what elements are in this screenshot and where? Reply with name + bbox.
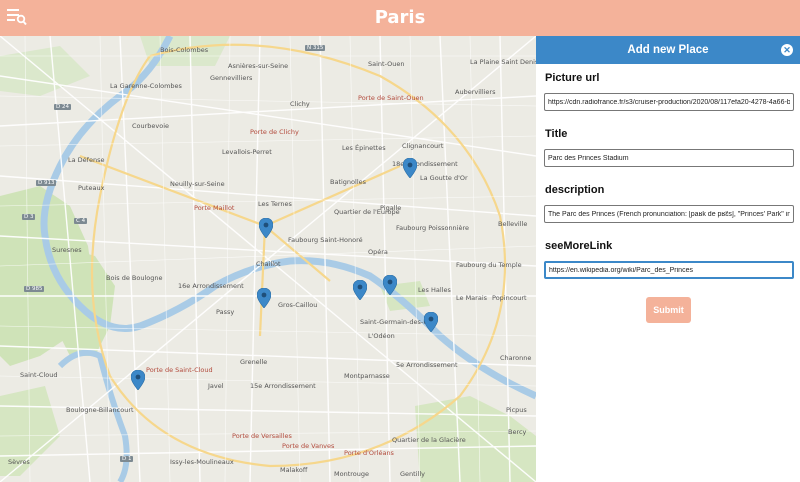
description-label: description <box>545 184 605 196</box>
map[interactable]: Bois-Colombes Asnières-sur-Seine Saint-O… <box>0 36 536 482</box>
map-label: Les Épinettes <box>342 144 386 152</box>
map-label: Aubervilliers <box>455 88 496 96</box>
road-badge: D 24 <box>54 104 71 110</box>
map-label: La Garenne-Colombes <box>110 82 182 90</box>
description-input[interactable] <box>544 205 794 223</box>
road-badge: D 985 <box>24 286 45 292</box>
map-label: Le Marais <box>456 294 488 302</box>
map-pin-icon[interactable] <box>259 218 273 238</box>
map-label: Montrouge <box>334 470 370 478</box>
road-badge: D 3 <box>22 214 36 220</box>
close-circle-icon[interactable]: ✕ <box>781 44 793 56</box>
map-label: Bois-Colombes <box>160 46 209 54</box>
map-canvas <box>0 36 536 482</box>
map-label: Courbevoie <box>132 122 170 130</box>
map-label: Faubourg du Temple <box>456 261 522 269</box>
picture-url-label: Picture url <box>545 72 600 84</box>
map-pin-icon[interactable] <box>353 280 367 300</box>
map-label: Picpus <box>506 406 527 414</box>
add-place-panel: Add new Place ✕ Picture url Title descri… <box>536 36 800 482</box>
map-label: Gennevilliers <box>210 74 253 82</box>
map-label: Levallois-Perret <box>222 148 272 156</box>
map-label: 15e Arrondissement <box>250 382 316 390</box>
map-label: Les Halles <box>418 286 451 294</box>
map-label: La Goutte d'Or <box>420 174 468 182</box>
map-pin-icon[interactable] <box>257 288 271 308</box>
map-label: Gentilly <box>400 470 425 478</box>
map-label: Bois de Boulogne <box>106 274 163 282</box>
map-label: Puteaux <box>78 184 105 192</box>
map-pin-icon[interactable] <box>403 158 417 178</box>
map-label: Porte de Vanves <box>282 442 335 450</box>
panel-title: Add new Place <box>627 44 709 56</box>
panel-header: Add new Place ✕ <box>536 36 800 64</box>
map-label: Neuilly-sur-Seine <box>170 180 225 188</box>
map-label: Montparnasse <box>344 372 390 380</box>
map-label: Charonne <box>500 354 532 362</box>
map-label: Porte Maillot <box>194 204 235 212</box>
picture-url-input[interactable] <box>544 93 794 111</box>
title-input[interactable] <box>544 149 794 167</box>
see-more-link-input[interactable] <box>544 261 794 279</box>
map-label: Porte de Clichy <box>250 128 299 136</box>
map-label: Clichy <box>290 100 310 108</box>
map-label: Bercy <box>508 428 527 436</box>
road-badge: D 1 <box>120 456 134 462</box>
map-pin-icon[interactable] <box>131 370 145 390</box>
map-label: Boulogne-Billancourt <box>66 406 134 414</box>
map-label: Grenelle <box>240 358 268 366</box>
submit-button[interactable]: Submit <box>646 297 691 323</box>
top-bar: Paris <box>0 0 800 36</box>
map-label: Batignolles <box>330 178 367 186</box>
road-badge: C 4 <box>74 218 88 224</box>
map-label: 18e Arrondissement <box>392 160 458 168</box>
map-label: Malakoff <box>280 466 308 474</box>
map-label: Saint-Ouen <box>368 60 405 68</box>
map-label: Faubourg Poissonnière <box>396 224 470 232</box>
map-label: La Défense <box>68 156 105 164</box>
map-label: Asnières-sur-Seine <box>228 62 289 70</box>
map-label: Porte d'Orléans <box>344 449 394 457</box>
map-label: 5e Arrondissement <box>396 361 458 369</box>
map-label: Porte de Versailles <box>232 432 292 440</box>
map-label: Clignancourt <box>402 142 444 150</box>
map-label: La Plaine Saint Denis <box>470 58 536 66</box>
map-label: Gros-Caillou <box>278 301 318 309</box>
see-more-link-label: seeMoreLink <box>545 240 613 252</box>
road-badge: N 315 <box>305 45 326 51</box>
map-pin-icon[interactable] <box>383 275 397 295</box>
map-label: Suresnes <box>52 246 82 254</box>
road-badge: D 913 <box>36 180 57 186</box>
map-label: Quartier de la Glacière <box>392 436 466 444</box>
map-pin-icon[interactable] <box>424 312 438 332</box>
map-label: L'Odéon <box>368 332 395 340</box>
title-label: Title <box>545 128 568 140</box>
map-label: 16e Arrondissement <box>178 282 244 290</box>
map-label: Chaillot <box>256 260 281 268</box>
map-label: Pigalle <box>380 204 402 212</box>
map-label: Javel <box>208 382 224 390</box>
map-label: Popincourt <box>492 294 527 302</box>
map-label: Porte de Saint-Ouen <box>358 94 424 102</box>
map-label: Sèvres <box>8 458 30 466</box>
map-label: Opéra <box>368 248 388 256</box>
map-label: Faubourg Saint-Honoré <box>288 236 363 244</box>
map-label: Porte de Saint-Cloud <box>146 366 213 374</box>
page-title: Paris <box>374 7 426 28</box>
map-label: Passy <box>216 308 235 316</box>
map-label: Belleville <box>498 220 528 228</box>
map-label: Saint-Cloud <box>20 371 58 379</box>
map-label: Les Ternes <box>258 200 292 208</box>
map-label: Issy-les-Moulineaux <box>170 458 234 466</box>
